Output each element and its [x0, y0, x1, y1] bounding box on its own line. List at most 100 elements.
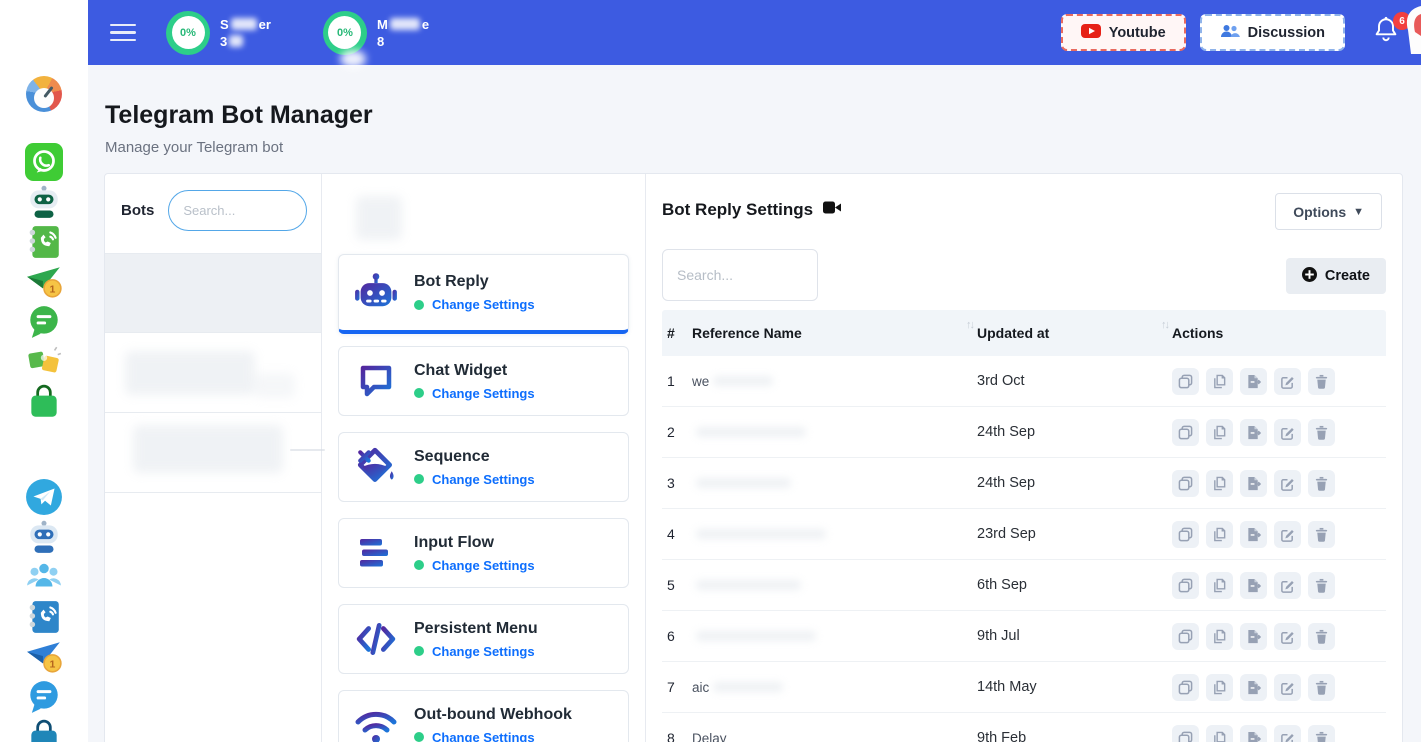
delete-button[interactable]	[1308, 725, 1335, 742]
export-button[interactable]	[1240, 674, 1267, 701]
edit-button[interactable]	[1274, 368, 1301, 395]
card-title: Bot Reply	[414, 273, 535, 291]
copy-button[interactable]	[1206, 572, 1233, 599]
export-button[interactable]	[1240, 623, 1267, 650]
clone-button[interactable]	[1172, 521, 1199, 548]
create-button[interactable]: Create	[1286, 258, 1386, 294]
telegram-bot-icon[interactable]	[25, 518, 63, 556]
export-button[interactable]	[1240, 419, 1267, 446]
export-button[interactable]	[1240, 725, 1267, 742]
panel-title: Bot Reply Settings	[662, 200, 813, 220]
discussion-button[interactable]: Discussion	[1200, 14, 1345, 51]
copy-button[interactable]	[1206, 623, 1233, 650]
telegram-group-icon[interactable]	[25, 558, 63, 596]
telegram-chat-icon[interactable]	[25, 678, 63, 716]
dashboard-icon[interactable]	[25, 76, 63, 112]
change-settings-link[interactable]: Change Settings	[432, 644, 535, 659]
copy-button[interactable]	[1206, 674, 1233, 701]
settings-card-chat-widget[interactable]: Chat Widget Change Settings	[338, 346, 629, 416]
bot-reply-icon	[353, 272, 399, 314]
table-row: 5 6th Sep	[662, 560, 1386, 611]
clone-button[interactable]	[1172, 674, 1199, 701]
options-dropdown-button[interactable]: Options ▼	[1275, 193, 1382, 230]
clone-button[interactable]	[1172, 419, 1199, 446]
bot-list-item-selected[interactable]	[105, 253, 321, 333]
col-header-updated-at[interactable]: Updated at↑↓	[977, 325, 1172, 341]
settings-card-input-flow[interactable]: Input Flow Change Settings	[338, 518, 629, 588]
copy-button[interactable]	[1206, 368, 1233, 395]
delete-button[interactable]	[1308, 470, 1335, 497]
telegram-contacts-icon[interactable]	[25, 598, 63, 636]
delete-button[interactable]	[1308, 572, 1335, 599]
settings-panel: Bot Reply Change Settings Chat Widget Ch…	[322, 174, 646, 742]
export-button[interactable]	[1240, 368, 1267, 395]
subscriber-label: Ser 3	[220, 16, 271, 50]
delete-button[interactable]	[1308, 368, 1335, 395]
whatsapp-chat-icon[interactable]	[25, 303, 63, 341]
settings-card-sequence[interactable]: Sequence Change Settings	[338, 432, 629, 502]
change-settings-link[interactable]: Change Settings	[432, 730, 535, 742]
copy-button[interactable]	[1206, 521, 1233, 548]
integrations-icon[interactable]	[25, 343, 63, 381]
bots-search-input[interactable]	[168, 190, 307, 231]
change-settings-link[interactable]: Change Settings	[432, 386, 535, 401]
whatsapp-broadcast-icon[interactable]: 1	[25, 263, 63, 301]
clone-button[interactable]	[1172, 470, 1199, 497]
page-content: Telegram Bot Manager Manage your Telegra…	[88, 65, 1421, 742]
whatsapp-icon[interactable]	[25, 143, 63, 181]
app-screen: 1 1	[0, 0, 1421, 742]
edit-button[interactable]	[1274, 674, 1301, 701]
menu-toggle-button[interactable]	[110, 24, 136, 42]
edit-button[interactable]	[1274, 470, 1301, 497]
whatsapp-bot-icon[interactable]	[25, 183, 63, 221]
clone-button[interactable]	[1172, 368, 1199, 395]
whatsapp-store-icon[interactable]	[25, 383, 63, 421]
delete-button[interactable]	[1308, 674, 1335, 701]
settings-card-persistent-menu[interactable]: Persistent Menu Change Settings	[338, 604, 629, 674]
telegram-icon[interactable]	[25, 478, 63, 516]
clone-button[interactable]	[1172, 725, 1199, 742]
clone-button[interactable]	[1172, 572, 1199, 599]
settings-card-webhook[interactable]: Out-bound Webhook Change Settings	[338, 690, 629, 742]
col-header-reference-name[interactable]: Reference Name↑↓	[692, 325, 977, 341]
export-button[interactable]	[1240, 470, 1267, 497]
edit-button[interactable]	[1274, 623, 1301, 650]
delete-button[interactable]	[1308, 419, 1335, 446]
copy-button[interactable]	[1206, 470, 1233, 497]
edit-button[interactable]	[1274, 521, 1301, 548]
export-button[interactable]	[1240, 572, 1267, 599]
reply-settings-panel: Bot Reply Settings Options ▼ Create	[646, 174, 1402, 742]
video-camera-icon[interactable]	[823, 200, 842, 220]
sort-icon[interactable]: ↑↓	[966, 319, 973, 331]
bot-list-item[interactable]	[105, 333, 321, 413]
edit-button[interactable]	[1274, 725, 1301, 742]
whatsapp-contacts-icon[interactable]	[25, 223, 63, 261]
input-flow-icon	[353, 535, 399, 571]
delete-button[interactable]	[1308, 521, 1335, 548]
notifications-button[interactable]: 6	[1373, 16, 1399, 49]
youtube-button[interactable]: Youtube	[1061, 14, 1186, 51]
change-settings-link[interactable]: Change Settings	[432, 472, 535, 487]
plus-circle-icon	[1302, 267, 1317, 286]
message-stat: 0% Me 8	[323, 11, 429, 55]
sort-icon[interactable]: ↑↓	[1161, 319, 1168, 331]
edit-button[interactable]	[1274, 419, 1301, 446]
telegram-broadcast-icon[interactable]: 1	[25, 638, 63, 676]
table-row: 7 aic 14th May	[662, 662, 1386, 713]
copy-button[interactable]	[1206, 725, 1233, 742]
persistent-menu-icon	[353, 619, 399, 659]
delete-button[interactable]	[1308, 623, 1335, 650]
change-settings-link[interactable]: Change Settings	[432, 558, 535, 573]
clone-button[interactable]	[1172, 623, 1199, 650]
telegram-store-icon[interactable]	[25, 718, 63, 742]
change-settings-link[interactable]: Change Settings	[432, 297, 535, 312]
export-button[interactable]	[1240, 521, 1267, 548]
redacted-area	[338, 190, 629, 254]
copy-button[interactable]	[1206, 419, 1233, 446]
edit-button[interactable]	[1274, 572, 1301, 599]
reply-search-input[interactable]	[662, 249, 818, 301]
table-row: 6 9th Jul	[662, 611, 1386, 662]
col-header-num[interactable]: #	[667, 325, 692, 341]
settings-card-bot-reply[interactable]: Bot Reply Change Settings	[338, 254, 629, 334]
bot-list-item[interactable]	[105, 413, 321, 493]
